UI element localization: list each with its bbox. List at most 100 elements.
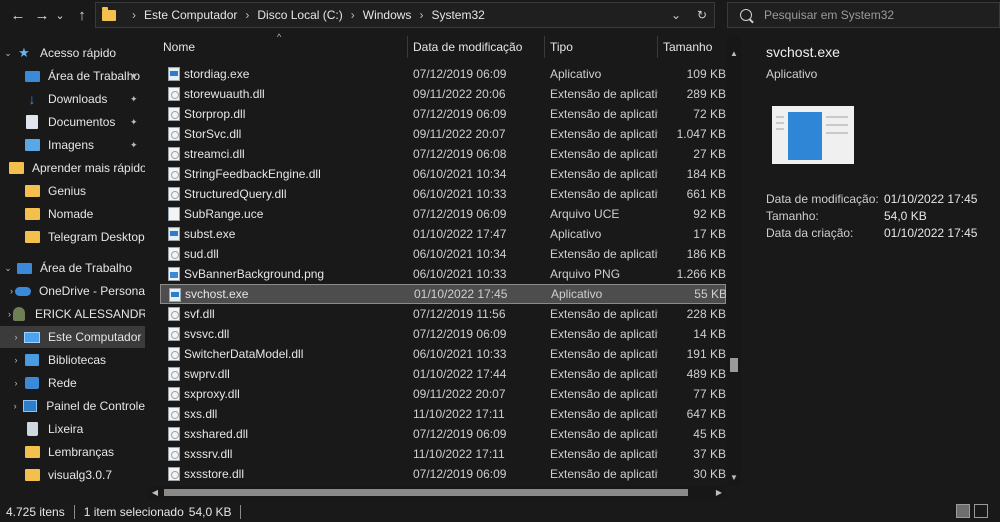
file-type: Extensão de aplicativo — [550, 87, 658, 101]
breadcrumb-item[interactable]: System32 — [431, 8, 484, 22]
sidebar-item-control-panel[interactable]: › Painel de Controle — [0, 395, 145, 417]
file-name: SwitcherDataModel.dll — [184, 347, 304, 361]
horizontal-scrollbar[interactable]: ◀ ▶ — [148, 486, 726, 499]
sidebar-item-user[interactable]: › ERICK ALESSANDRO — [0, 303, 145, 325]
sidebar-item-desktop-root[interactable]: ⌄ Área de Trabalho — [0, 257, 145, 279]
pin-icon: ✦ — [130, 93, 138, 104]
file-name: sxproxy.dll — [184, 387, 240, 401]
recent-locations-icon[interactable]: ⌄ — [52, 4, 68, 26]
sidebar-item-documents[interactable]: Documentos ✦ — [0, 111, 145, 133]
dll-file-icon — [168, 107, 180, 121]
file-row[interactable]: SvBannerBackground.png 06/10/2021 10:33 Ar… — [160, 264, 726, 284]
file-row[interactable]: StorSvc.dll 09/11/2022 20:07 Extensão de a… — [160, 124, 726, 144]
sidebar-item-libraries[interactable]: › Bibliotecas — [0, 349, 145, 371]
file-type: Extensão de aplicativo — [550, 447, 658, 461]
file-row[interactable]: StringFeedbackEngine.dll 06/10/2021 10:34… — [160, 164, 726, 184]
file-row[interactable]: sxproxy.dll 09/11/2022 20:07 Extensão de a… — [160, 384, 726, 404]
divider — [240, 505, 242, 519]
scroll-left-icon[interactable]: ◀ — [148, 486, 162, 499]
chevron-right-icon[interactable]: › — [8, 378, 24, 388]
sidebar-item-images[interactable]: Imagens ✦ — [0, 134, 145, 156]
forward-arrow-icon[interactable]: → — [30, 4, 54, 26]
column-header-size[interactable]: Tamanho — [658, 36, 726, 58]
sidebar-item-folder[interactable]: Nomade — [0, 203, 145, 225]
file-name: StructuredQuery.dll — [184, 187, 287, 201]
scroll-right-icon[interactable]: ▶ — [712, 486, 726, 499]
chevron-right-icon[interactable]: › — [8, 355, 24, 365]
file-date: 06/10/2021 10:33 — [413, 187, 507, 201]
sidebar-item-label: Rede — [48, 376, 77, 390]
chevron-right-icon[interactable]: › — [8, 286, 15, 296]
sidebar-item-network[interactable]: › Rede — [0, 372, 145, 394]
back-arrow-icon[interactable]: ← — [6, 4, 30, 26]
sidebar-item-label: Este Computador — [48, 330, 142, 344]
detail-value: 01/10/2022 17:45 — [884, 226, 978, 240]
sidebar-item-desktop[interactable]: Área de Trabalho ✦ — [0, 65, 145, 87]
file-row[interactable]: SubRange.uce 07/12/2019 06:09 Arquivo UCE 9… — [160, 204, 726, 224]
file-row[interactable]: subst.exe 01/10/2022 17:47 Aplicativo 17 KB — [160, 224, 726, 244]
sidebar-item-downloads[interactable]: ↓ Downloads ✦ — [0, 88, 145, 110]
file-row[interactable]: sxssrv.dll 11/10/2022 17:11 Extensão de ap… — [160, 444, 726, 464]
address-bar[interactable]: › Este Computador › Disco Local (C:) › W… — [95, 2, 715, 28]
large-icons-view-icon[interactable] — [974, 504, 988, 518]
scrollbar-thumb[interactable] — [164, 489, 688, 496]
sidebar-item-folder[interactable]: Lembranças — [0, 441, 145, 463]
file-row[interactable]: sxsstore.dll 07/12/2019 06:09 Extensão de … — [160, 464, 726, 484]
search-input[interactable] — [764, 8, 984, 22]
file-row[interactable]: svsvc.dll 07/12/2019 06:09 Extensão de apl… — [160, 324, 726, 344]
file-name: streamci.dll — [184, 147, 245, 161]
chevron-right-icon[interactable]: › — [8, 401, 22, 411]
file-row[interactable]: sud.dll 06/10/2021 10:34 Extensão de aplic… — [160, 244, 726, 264]
file-icon — [168, 207, 180, 221]
scroll-up-icon[interactable]: ▲ — [727, 46, 741, 60]
refresh-icon[interactable]: ↻ — [689, 2, 715, 28]
folder-icon — [24, 184, 40, 198]
file-row[interactable]: storewuauth.dll 09/11/2022 20:06 Extensão … — [160, 84, 726, 104]
scroll-down-icon[interactable]: ▼ — [727, 470, 741, 484]
vertical-scrollbar[interactable]: ▲ ▼ — [727, 36, 741, 486]
breadcrumb-item[interactable]: Este Computador — [144, 8, 237, 22]
column-header-date[interactable]: Data de modificação — [408, 36, 545, 58]
sidebar-item-folder[interactable]: Aprender mais rápido — [0, 157, 145, 179]
details-view-icon[interactable] — [956, 504, 970, 518]
file-name: sxssrv.dll — [184, 447, 233, 461]
file-row[interactable]: SwitcherDataModel.dll 06/10/2021 10:33 Ext… — [160, 344, 726, 364]
application-file-icon — [168, 227, 180, 241]
column-header-type[interactable]: Tipo — [545, 36, 658, 58]
breadcrumb-item[interactable]: Disco Local (C:) — [257, 8, 342, 22]
sidebar-item-folder[interactable]: Telegram Desktop — [0, 226, 145, 248]
chevron-right-icon[interactable]: › — [245, 8, 249, 22]
file-row[interactable]: stordiag.exe 07/12/2019 06:09 Aplicativo 10… — [160, 64, 726, 84]
file-row[interactable]: svchost.exe 01/10/2022 17:45 Aplicativo 55 … — [160, 284, 726, 304]
file-row[interactable]: svf.dll 07/12/2019 11:56 Extensão de aplic… — [160, 304, 726, 324]
chevron-right-icon[interactable]: › — [8, 332, 24, 342]
breadcrumb-item[interactable]: Windows — [363, 8, 412, 22]
file-size: 184 KB — [686, 167, 726, 181]
file-row[interactable]: swprv.dll 01/10/2022 17:44 Extensão de apl… — [160, 364, 726, 384]
file-date: 07/12/2019 06:09 — [413, 467, 507, 481]
search-box[interactable] — [727, 2, 1000, 28]
file-row[interactable]: Storprop.dll 07/12/2019 06:09 Extensão de … — [160, 104, 726, 124]
column-header-name[interactable]: Nome — [158, 36, 408, 58]
sidebar-item-folder[interactable]: Genius — [0, 180, 145, 202]
file-row[interactable]: StructuredQuery.dll 06/10/2021 10:33 Exten… — [160, 184, 726, 204]
chevron-right-icon[interactable]: › — [351, 8, 355, 22]
up-arrow-icon[interactable]: ↑ — [70, 4, 94, 26]
sidebar-item-label: Lixeira — [48, 422, 84, 436]
chevron-right-icon[interactable]: › — [419, 8, 423, 22]
file-row[interactable]: sxs.dll 11/10/2022 17:11 Extensão de aplic… — [160, 404, 726, 424]
sidebar-item-folder[interactable]: visualg3.0.7 — [0, 464, 145, 486]
scrollbar-thumb[interactable] — [730, 358, 738, 372]
file-type: Aplicativo — [550, 227, 602, 241]
sidebar-item-onedrive[interactable]: › OneDrive - Persona — [0, 280, 145, 302]
sidebar-item-quick-access[interactable]: ⌄ ★ Acesso rápido — [0, 42, 145, 64]
chevron-down-icon[interactable]: ⌄ — [0, 263, 16, 274]
file-row[interactable]: sxshared.dll 07/12/2019 06:09 Extensão de … — [160, 424, 726, 444]
file-name: swprv.dll — [184, 367, 230, 381]
chevron-down-icon[interactable]: ⌄ — [0, 48, 16, 59]
file-row[interactable]: streamci.dll 07/12/2019 06:08 Extensão de … — [160, 144, 726, 164]
sidebar-item-recycle-bin[interactable]: Lixeira — [0, 418, 145, 440]
application-file-icon — [169, 288, 181, 302]
chevron-down-icon[interactable]: ⌄ — [663, 2, 689, 28]
sidebar-item-this-pc[interactable]: › Este Computador — [0, 326, 145, 348]
